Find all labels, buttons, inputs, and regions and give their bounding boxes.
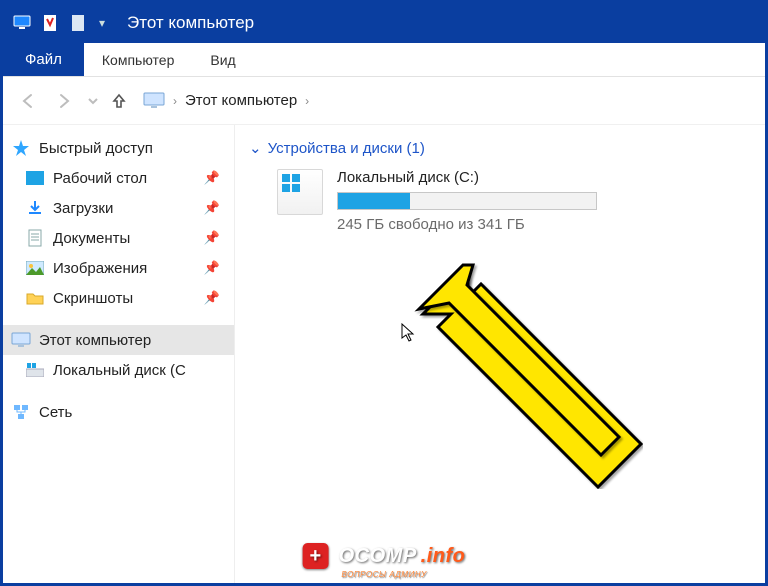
drive-usage-fill	[338, 193, 410, 209]
watermark: + OCOMP.info	[303, 543, 466, 569]
menubar: Файл Компьютер Вид	[3, 43, 765, 77]
sidebar-item-label: Быстрый доступ	[39, 140, 153, 157]
plus-icon: +	[303, 543, 329, 569]
nav-back-button[interactable]	[13, 86, 43, 116]
pin-icon: 📌	[204, 200, 220, 216]
nav-forward-button[interactable]	[49, 86, 79, 116]
watermark-suffix: .info	[421, 545, 466, 568]
nav-row: › Этот компьютер ›	[3, 77, 765, 125]
drive-icon	[277, 169, 323, 215]
pin-icon: 📌	[204, 230, 220, 246]
sidebar-item-label: Сеть	[39, 404, 72, 421]
this-pc-icon[interactable]	[13, 14, 31, 32]
sidebar-quick-access[interactable]: Быстрый доступ	[3, 133, 234, 163]
sidebar-item-label: Документы	[53, 230, 130, 247]
document-icon	[25, 228, 45, 248]
sidebar-item-label: Изображения	[53, 260, 147, 277]
qat-dropdown-icon[interactable]: ▾	[97, 16, 107, 30]
sidebar-item-label: Загрузки	[53, 200, 113, 217]
sidebar-item-pictures[interactable]: Изображения 📌	[3, 253, 234, 283]
sidebar-item-screenshots[interactable]: Скриншоты 📌	[3, 283, 234, 313]
group-devices-drives[interactable]: ⌄ Устройства и диски (1)	[249, 139, 751, 157]
folder-icon	[25, 288, 45, 308]
picture-icon	[25, 258, 45, 278]
group-header-label: Устройства и диски (1)	[268, 140, 425, 157]
sidebar-item-label: Скриншоты	[53, 290, 133, 307]
drive-icon	[25, 360, 45, 380]
chevron-down-icon: ⌄	[249, 139, 262, 157]
sidebar-item-label: Этот компьютер	[39, 332, 151, 349]
pin-icon: 📌	[204, 170, 220, 186]
nav-history-dropdown-icon[interactable]	[85, 86, 101, 116]
sidebar-network[interactable]: Сеть	[3, 397, 234, 427]
window-title: Этот компьютер	[127, 13, 254, 33]
watermark-brand: OCOMP	[339, 545, 417, 568]
chevron-right-icon[interactable]: ›	[305, 94, 309, 108]
sidebar-item-documents[interactable]: Документы 📌	[3, 223, 234, 253]
this-pc-icon	[143, 92, 165, 110]
explorer-window: ▾ Этот компьютер Файл Компьютер Вид › Эт…	[0, 0, 768, 586]
content-pane: ⌄ Устройства и диски (1) Локальный диск …	[235, 125, 765, 583]
drive-item[interactable]: Локальный диск (C:) 245 ГБ свободно из 3…	[277, 169, 751, 233]
menu-computer[interactable]: Компьютер	[84, 43, 192, 76]
breadcrumb[interactable]: › Этот компьютер ›	[143, 92, 309, 110]
quick-access-toolbar: ▾	[13, 14, 107, 32]
watermark-sub: ВОПРОСЫ АДМИНУ	[341, 570, 426, 579]
pin-icon: 📌	[204, 290, 220, 306]
sidebar-item-label: Рабочий стол	[53, 170, 147, 187]
star-icon	[11, 138, 31, 158]
properties-icon[interactable]	[41, 14, 59, 32]
nav-up-button[interactable]	[107, 89, 131, 113]
sidebar-this-pc[interactable]: Этот компьютер	[3, 325, 234, 355]
drive-usage-bar	[337, 192, 597, 210]
nav-pane: Быстрый доступ Рабочий стол 📌 Загрузки 📌	[3, 125, 235, 583]
sidebar-item-downloads[interactable]: Загрузки 📌	[3, 193, 234, 223]
mouse-cursor-icon	[401, 323, 415, 343]
menu-file[interactable]: Файл	[3, 43, 84, 76]
sidebar-item-desktop[interactable]: Рабочий стол 📌	[3, 163, 234, 193]
this-pc-icon	[11, 330, 31, 350]
new-folder-icon[interactable]	[69, 14, 87, 32]
pin-icon: 📌	[204, 260, 220, 276]
breadcrumb-label[interactable]: Этот компьютер	[185, 92, 297, 109]
titlebar: ▾ Этот компьютер	[3, 3, 765, 43]
chevron-right-icon: ›	[173, 94, 177, 108]
desktop-icon	[25, 168, 45, 188]
download-icon	[25, 198, 45, 218]
network-icon	[11, 402, 31, 422]
sidebar-item-label: Локальный диск (C	[53, 362, 186, 379]
menu-view[interactable]: Вид	[192, 43, 253, 76]
sidebar-item-local-disk[interactable]: Локальный диск (C	[3, 355, 234, 385]
drive-name: Локальный диск (C:)	[337, 169, 637, 186]
drive-free-space: 245 ГБ свободно из 341 ГБ	[337, 216, 637, 233]
